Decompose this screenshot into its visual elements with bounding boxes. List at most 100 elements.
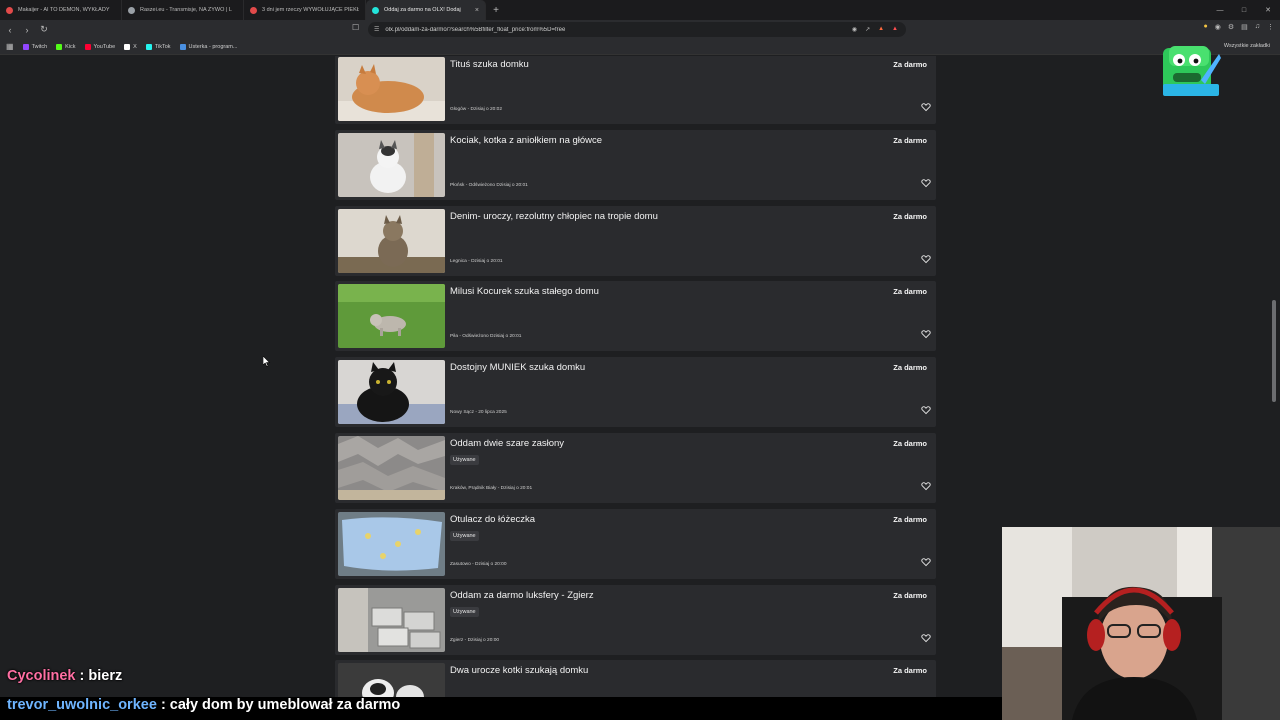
listing-photo[interactable] [338, 208, 445, 273]
close-window-icon[interactable]: ✕ [1256, 0, 1280, 20]
favorite-heart-icon[interactable] [921, 102, 931, 112]
site-info-icon[interactable]: ☰ [374, 26, 379, 33]
bookmark-favicon-icon [179, 43, 186, 50]
scrollbar-thumb[interactable] [1272, 300, 1276, 402]
browser-tab[interactable]: Raszei.eu - Transmisje, NA ŻYWO | L [122, 0, 244, 20]
puzzle-icon[interactable]: ⚙ [1228, 23, 1234, 31]
listing-photo-image [338, 511, 445, 576]
share-icon[interactable]: ↗ [865, 26, 870, 33]
listing-photo[interactable] [338, 57, 445, 121]
bookmark-item[interactable]: Twitch [22, 43, 47, 50]
chat-text: : bierz [79, 668, 123, 684]
favorite-heart-icon[interactable] [921, 633, 931, 643]
bookmark-label: YouTube [93, 43, 116, 50]
menu-icon[interactable]: ⋮ [1267, 23, 1274, 31]
apps-icon[interactable]: ▦ [6, 42, 14, 51]
address-bar[interactable]: ☰ olx.pl/oddam-za-darmo/?search%5Bfilter… [368, 22, 906, 37]
bookmark-favicon-icon [124, 43, 131, 50]
listing-title[interactable]: Milusi Kocurek szuka stałego domu [450, 286, 599, 297]
listing-photo[interactable] [338, 284, 445, 349]
listing-photo[interactable] [338, 132, 445, 197]
listing-location-date: Kraków, Prądnik Biały - Dzisiaj o 20:01 [450, 486, 533, 491]
sidebar-icon[interactable]: ▤ [1241, 23, 1248, 31]
rewards-icon[interactable]: ▲ [892, 26, 898, 33]
listing-title[interactable]: Oddam za darmo luksfery - Zgierz [450, 590, 594, 601]
listing-photo[interactable] [338, 436, 445, 500]
listing-photo-image [338, 587, 445, 652]
window-controls: — □ ✕ [1208, 0, 1280, 20]
tab-title: Raszei.eu - Transmisje, NA ŻYWO | L [140, 7, 232, 13]
tab-title: Makaijer - AI TO DEMON, WYKŁADY [18, 7, 110, 13]
mouse-cursor-icon [263, 356, 271, 367]
bookmark-item[interactable]: Kick [56, 43, 76, 50]
bookmark-label: X [133, 43, 137, 50]
back-icon[interactable]: ‹ [3, 23, 17, 37]
listing-card[interactable]: Otulacz do łóżeczka Za darmo Używane Zasuto… [335, 508, 936, 579]
listing-location-date: Nowy Sącz - 20 lipca 2025 [450, 410, 507, 416]
tracking-icon[interactable]: ◉ [852, 26, 857, 33]
listing-location-date: Zasutowo - Dzisiaj o 20:00 [450, 561, 507, 567]
tab-bar: Makaijer - AI TO DEMON, WYKŁADY Raszei.eu… [0, 0, 1280, 20]
favorite-heart-icon[interactable] [921, 254, 931, 264]
favorite-heart-icon[interactable] [921, 405, 931, 415]
favorite-heart-icon[interactable] [921, 481, 931, 491]
favorite-heart-icon[interactable] [921, 329, 931, 339]
reload-icon[interactable]: ↻ [37, 23, 51, 37]
listing-price: Za darmo [893, 590, 927, 600]
chat-username: trevor_uwolnic_orkee [7, 697, 157, 713]
maximize-icon[interactable]: □ [1232, 0, 1256, 20]
listing-title[interactable]: Kociak, kotka z aniołkiem na główce [450, 135, 602, 146]
playlist-icon[interactable]: ♫ [1255, 23, 1260, 31]
listing-photo-image [338, 132, 445, 197]
bookmark-favicon-icon [145, 43, 152, 50]
tab-favicon-icon [250, 6, 257, 14]
listing-card[interactable]: Milusi Kocurek szuka stałego domu Za darm… [335, 281, 936, 352]
listing-card[interactable]: Denim- uroczy, rezolutny chłopiec na tro… [335, 205, 936, 276]
listing-title[interactable]: Dostojny MUNIEK szuka domku [450, 362, 585, 373]
bookmark-favicon-icon [22, 43, 29, 50]
listing-title[interactable]: Dwa urocze kotki szukają domku [450, 665, 588, 676]
tab-title: Oddaj za darmo na OLX! Dodaj [384, 7, 461, 13]
favorite-heart-icon[interactable] [921, 557, 931, 567]
bookmark-item[interactable]: X [124, 43, 137, 50]
listing-title[interactable]: Denim- uroczy, rezolutny chłopiec na tro… [450, 211, 658, 222]
bookmark-favicon-icon [84, 43, 91, 50]
listing-price: Za darmo [893, 211, 927, 221]
vpn-icon[interactable]: ◉ [1215, 23, 1221, 31]
listing-title[interactable]: Tituś szuka domku [450, 59, 529, 70]
browser-toolbar: ‹ › ↻ ☰ olx.pl/oddam-za-darmo/?search%5B… [0, 20, 1280, 39]
url-text[interactable]: olx.pl/oddam-za-darmo/?search%5Bfilter_f… [385, 27, 851, 33]
listing-card[interactable]: Oddam dwie szare zasłony Za darmo Używane K… [335, 433, 936, 503]
bookmark-item[interactable]: YouTube [84, 43, 116, 50]
browser-tab[interactable]: Oddaj za darmo na OLX! Dodaj × [366, 0, 486, 20]
forward-icon[interactable]: › [20, 23, 34, 37]
bookmark-icon[interactable]: ☐ [352, 23, 359, 32]
tab-close-icon[interactable]: × [475, 7, 479, 14]
listing-card[interactable]: Dostojny MUNIEK szuka domku Za darmo Nowy … [335, 357, 936, 428]
bookmark-favicon-icon [56, 43, 63, 50]
listing-photo-image [338, 57, 445, 121]
listing-card[interactable]: Tituś szuka domku Za darmo Głogów - Dzisia… [335, 56, 936, 124]
browser-tab[interactable]: Makaijer - AI TO DEMON, WYKŁADY [0, 0, 122, 20]
browser-tab[interactable]: 3 dni jem rzeczy WYWOŁUJĄCE PIEKŁ [244, 0, 366, 20]
extension-icon[interactable]: ● [1204, 23, 1208, 31]
tab-favicon-icon [372, 6, 379, 14]
listing-photo[interactable] [338, 511, 445, 576]
listing-title[interactable]: Otulacz do łóżeczka [450, 514, 535, 525]
chat-text: : cały dom by umeblował za darmo [160, 697, 401, 713]
listing-photo[interactable] [338, 360, 445, 425]
brave-shield-icon[interactable]: ▲ [878, 26, 884, 33]
favorite-heart-icon[interactable] [921, 178, 931, 188]
chat-message: trevor_uwolnic_orkee : cały dom by umebl… [7, 697, 400, 713]
bookmark-item[interactable]: TikTok [145, 43, 171, 50]
minimize-icon[interactable]: — [1208, 0, 1232, 20]
condition-badge: Używane [450, 606, 479, 617]
listing-title[interactable]: Oddam dwie szare zasłony [450, 438, 564, 449]
new-tab-button[interactable]: + [488, 2, 504, 18]
bookmark-item[interactable]: Usterka - program... [179, 43, 237, 50]
listing-card[interactable]: Kociak, kotka z aniołkiem na główce Za da… [335, 129, 936, 200]
listing-photo[interactable] [338, 587, 445, 652]
listing-card[interactable]: Oddam za darmo luksfery - Zgierz Za darmo… [335, 584, 936, 655]
listing-location-date: Legnica - Dzisiaj o 20:01 [450, 258, 503, 264]
all-bookmarks-link[interactable]: Wszystkie zakładki [1224, 43, 1270, 49]
